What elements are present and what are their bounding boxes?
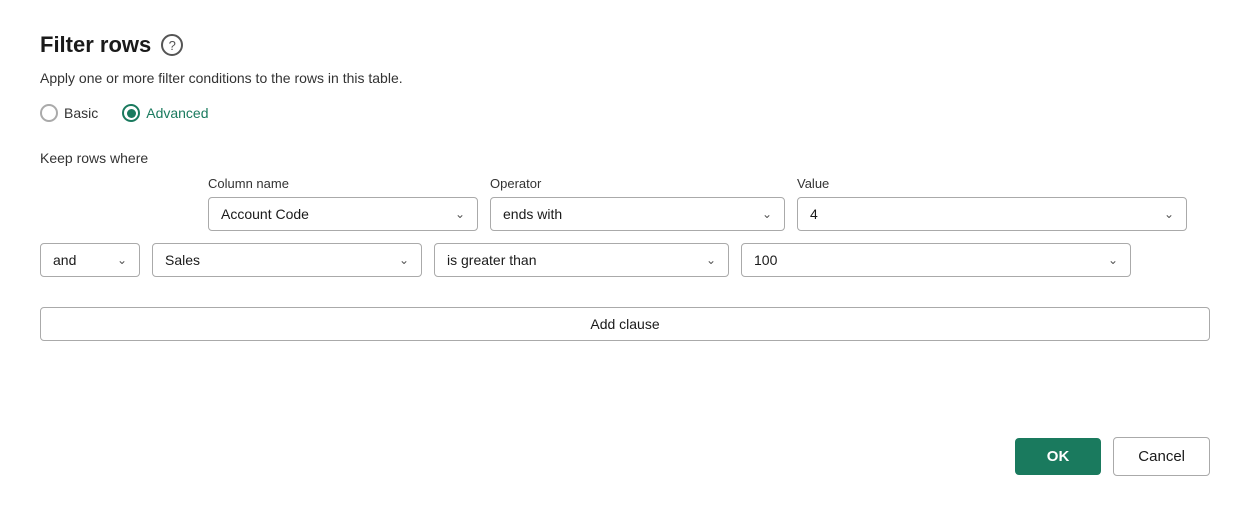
row1-operator-dropdown[interactable]: ends with ⌄ <box>490 197 785 231</box>
cancel-button[interactable]: Cancel <box>1113 437 1210 476</box>
row2-operator-value: is greater than <box>447 252 698 268</box>
row1-column-value: Account Code <box>221 206 447 222</box>
row2-operator-chevron-icon: ⌄ <box>706 253 716 267</box>
row1-value-dropdown[interactable]: 4 ⌄ <box>797 197 1187 231</box>
filter-rows-dialog: Filter rows ? Apply one or more filter c… <box>0 0 1250 508</box>
row2-value-chevron-icon: ⌄ <box>1108 253 1118 267</box>
row1-value-chevron-icon: ⌄ <box>1164 207 1174 221</box>
advanced-radio-circle <box>122 104 140 122</box>
row2-operator-dropdown[interactable]: is greater than ⌄ <box>434 243 729 277</box>
basic-radio-label: Basic <box>64 105 98 121</box>
basic-radio-option[interactable]: Basic <box>40 104 98 122</box>
mode-radio-group: Basic Advanced <box>40 104 1210 122</box>
row1-value-text: 4 <box>810 206 1156 222</box>
help-icon[interactable]: ? <box>161 34 183 56</box>
advanced-radio-option[interactable]: Advanced <box>122 104 208 122</box>
filter-row-1: Account Code ⌄ ends with ⌄ 4 ⌄ <box>208 197 1210 231</box>
basic-radio-circle <box>40 104 58 122</box>
row2-column-value: Sales <box>165 252 391 268</box>
ok-button[interactable]: OK <box>1015 438 1102 475</box>
footer-row: OK Cancel <box>40 407 1210 476</box>
dialog-subtitle: Apply one or more filter conditions to t… <box>40 70 1210 86</box>
row2-connector-chevron-icon: ⌄ <box>117 253 127 267</box>
row2-value-dropdown[interactable]: 100 ⌄ <box>741 243 1131 277</box>
row2-connector-dropdown[interactable]: and ⌄ <box>40 243 140 277</box>
row1-operator-value: ends with <box>503 206 754 222</box>
row2-value-text: 100 <box>754 252 1100 268</box>
title-row: Filter rows ? <box>40 32 1210 58</box>
keep-rows-label: Keep rows where <box>40 150 1210 166</box>
value-header: Value <box>797 176 1177 191</box>
filter-row-2: and ⌄ Sales ⌄ is greater than ⌄ 100 ⌄ <box>40 243 1210 277</box>
operator-header: Operator <box>490 176 785 191</box>
column-headers: Column name Operator Value <box>208 176 1210 191</box>
add-clause-button[interactable]: Add clause <box>40 307 1210 341</box>
row2-connector-value: and <box>53 252 109 268</box>
row2-column-dropdown[interactable]: Sales ⌄ <box>152 243 422 277</box>
column-name-header: Column name <box>208 176 478 191</box>
row1-column-chevron-icon: ⌄ <box>455 207 465 221</box>
row2-column-chevron-icon: ⌄ <box>399 253 409 267</box>
row1-column-dropdown[interactable]: Account Code ⌄ <box>208 197 478 231</box>
advanced-radio-label: Advanced <box>146 105 208 121</box>
row1-operator-chevron-icon: ⌄ <box>762 207 772 221</box>
dialog-title: Filter rows <box>40 32 151 58</box>
